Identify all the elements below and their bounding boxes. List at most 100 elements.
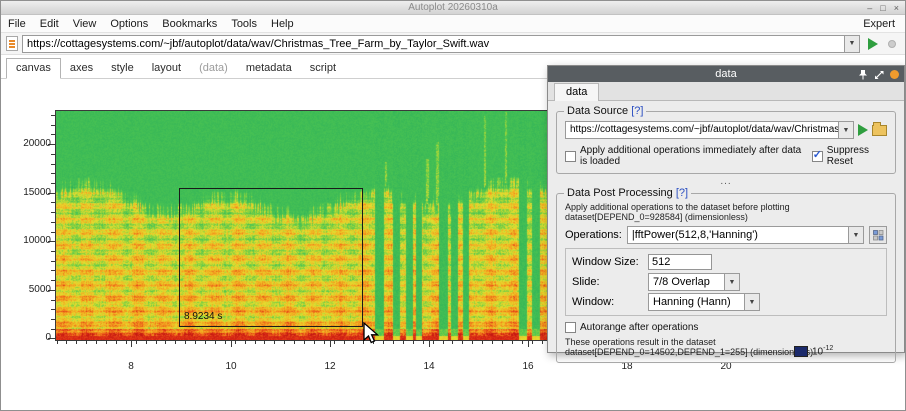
address-dropdown-icon[interactable]: ▼ bbox=[844, 35, 860, 53]
data-source-help-link[interactable]: [?] bbox=[631, 105, 643, 117]
data-source-group-title: Data Source [?] bbox=[564, 105, 646, 117]
dialog-url-dropdown-icon[interactable]: ▼ bbox=[838, 121, 854, 139]
close-icon[interactable]: × bbox=[894, 1, 899, 15]
axis-tick bbox=[51, 125, 55, 126]
axis-tick bbox=[429, 341, 430, 347]
go-play-button[interactable] bbox=[868, 38, 878, 50]
expert-menu[interactable]: Expert bbox=[853, 18, 905, 30]
slide-dropdown-icon[interactable]: ▼ bbox=[724, 273, 740, 291]
operations-combo[interactable]: |fftPower(512,8,'Hanning') ▼ bbox=[627, 226, 864, 244]
tab-data[interactable]: (data) bbox=[190, 59, 237, 78]
window-select[interactable]: Hanning (Hann) ▼ bbox=[648, 293, 760, 311]
axis-tick bbox=[314, 341, 315, 344]
data-source-group: Data Source [?] https://cottagesystems.c… bbox=[556, 111, 896, 174]
idle-indicator-icon bbox=[888, 40, 896, 48]
axis-tick bbox=[353, 341, 354, 344]
axis-tick bbox=[106, 341, 107, 344]
dialog-tab-data[interactable]: data bbox=[554, 83, 599, 101]
minimize-icon[interactable]: – bbox=[867, 1, 872, 15]
axis-tick bbox=[51, 329, 55, 330]
axis-tick bbox=[462, 341, 463, 344]
operations-dropdown-icon[interactable]: ▼ bbox=[848, 226, 864, 244]
axis-tick bbox=[96, 341, 97, 344]
axis-tick bbox=[231, 341, 232, 347]
axis-tick bbox=[185, 341, 186, 344]
menu-help[interactable]: Help bbox=[264, 18, 301, 30]
tab-metadata[interactable]: metadata bbox=[237, 59, 301, 78]
suppress-reset-checkbox[interactable]: ✓ bbox=[812, 151, 823, 162]
menu-edit[interactable]: Edit bbox=[33, 18, 66, 30]
autorange-checkbox[interactable] bbox=[565, 322, 576, 333]
address-bar: https://cottagesystems.com/~jbf/autoplot… bbox=[1, 33, 905, 55]
axis-tick bbox=[245, 341, 246, 344]
dialog-titlebar[interactable]: data bbox=[548, 66, 904, 82]
tab-script[interactable]: script bbox=[301, 59, 345, 78]
x-axis-tick-label: 14 bbox=[417, 361, 441, 372]
dialog-go-play-button[interactable] bbox=[858, 124, 868, 136]
axis-tick bbox=[324, 341, 325, 344]
selection-duration-label: 8.9234 s bbox=[184, 311, 222, 322]
axis-tick bbox=[195, 341, 196, 344]
data-dialog: data data Data Source [?] bbox=[547, 65, 905, 353]
address-input[interactable]: https://cottagesystems.com/~jbf/autoplot… bbox=[22, 35, 844, 53]
tab-style[interactable]: style bbox=[102, 59, 143, 78]
address-combo[interactable]: https://cottagesystems.com/~jbf/autoplot… bbox=[22, 35, 860, 53]
undock-close-icon[interactable] bbox=[890, 70, 899, 79]
post-processing-help-link[interactable]: [?] bbox=[676, 187, 688, 199]
expand-icon[interactable] bbox=[874, 70, 884, 80]
dialog-body: Data Source [?] https://cottagesystems.c… bbox=[548, 101, 904, 363]
axis-tick bbox=[146, 341, 147, 344]
window-size-input[interactable]: 512 bbox=[648, 254, 712, 270]
tab-axes[interactable]: axes bbox=[61, 59, 102, 78]
axis-tick bbox=[528, 341, 529, 347]
filters-editor-button[interactable] bbox=[869, 226, 887, 244]
dialog-url-input[interactable]: https://cottagesystems.com/~jbf/autoplot… bbox=[565, 121, 838, 139]
menu-view[interactable]: View bbox=[66, 18, 104, 30]
slide-select[interactable]: 7/8 Overlap ▼ bbox=[648, 273, 740, 291]
selection-box: 8.9234 s bbox=[179, 188, 363, 327]
window-size-row: Window Size: 512 bbox=[572, 252, 880, 272]
maximize-icon[interactable]: □ bbox=[880, 1, 885, 15]
window-size-label: Window Size: bbox=[572, 256, 642, 268]
file-browse-folder-icon[interactable] bbox=[872, 125, 887, 136]
window-titlebar[interactable]: Autoplot 20260310a – □ × bbox=[1, 1, 905, 15]
dialog-tab-bar: data bbox=[548, 82, 904, 101]
axis-tick bbox=[512, 341, 513, 344]
axis-tick bbox=[403, 341, 404, 344]
axis-tick bbox=[136, 341, 137, 344]
operations-input[interactable]: |fftPower(512,8,'Hanning') bbox=[627, 226, 848, 244]
window-dropdown-icon[interactable]: ▼ bbox=[744, 293, 760, 311]
datasource-type-icon bbox=[6, 36, 18, 51]
menu-tools[interactable]: Tools bbox=[224, 18, 264, 30]
axis-tick bbox=[76, 341, 77, 344]
axis-tick bbox=[165, 341, 166, 344]
tab-canvas[interactable]: canvas bbox=[6, 58, 61, 79]
slide-value[interactable]: 7/8 Overlap bbox=[648, 273, 724, 291]
axis-tick bbox=[284, 341, 285, 344]
axis-tick bbox=[472, 341, 473, 344]
axis-tick bbox=[126, 341, 127, 344]
axis-tick bbox=[215, 341, 216, 344]
dialog-url-combo[interactable]: https://cottagesystems.com/~jbf/autoplot… bbox=[565, 121, 854, 139]
x-axis-tick-label: 10 bbox=[219, 361, 243, 372]
apply-immediately-label: Apply additional operations immediately … bbox=[580, 145, 804, 167]
menu-bookmarks[interactable]: Bookmarks bbox=[155, 18, 224, 30]
menu-file[interactable]: File bbox=[1, 18, 33, 30]
menu-options[interactable]: Options bbox=[103, 18, 155, 30]
y-axis-tick-label: 20000 bbox=[15, 138, 51, 149]
axis-tick bbox=[413, 341, 414, 344]
operations-row: Operations: |fftPower(512,8,'Hanning') ▼ bbox=[565, 226, 887, 244]
apply-immediately-checkbox[interactable] bbox=[565, 151, 576, 162]
result-dataset-label: dataset[DEPEND_0=14502,DEPEND_1=255] (di… bbox=[565, 347, 887, 357]
tab-layout[interactable]: layout bbox=[143, 59, 190, 78]
axis-tick bbox=[502, 341, 503, 344]
pin-icon[interactable] bbox=[858, 69, 868, 80]
axis-tick bbox=[51, 261, 55, 262]
axis-tick bbox=[330, 341, 331, 347]
axis-tick bbox=[51, 270, 55, 271]
grid-icon bbox=[873, 230, 884, 241]
collapse-handle[interactable]: ... bbox=[556, 176, 896, 187]
window-value[interactable]: Hanning (Hann) bbox=[648, 293, 744, 311]
axis-tick bbox=[51, 164, 55, 165]
window-title: Autoplot 20260310a bbox=[408, 2, 498, 13]
